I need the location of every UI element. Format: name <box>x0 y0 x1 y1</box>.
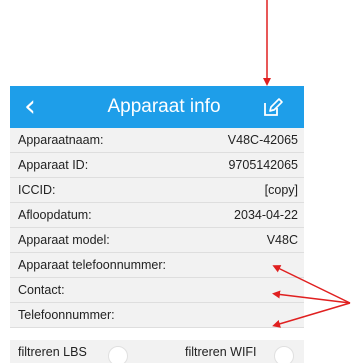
arrow-to-device-phone <box>272 265 351 304</box>
arrow-to-phone-number <box>272 302 351 328</box>
annotation-overlay <box>263 0 351 328</box>
arrow-to-contact <box>272 290 351 304</box>
